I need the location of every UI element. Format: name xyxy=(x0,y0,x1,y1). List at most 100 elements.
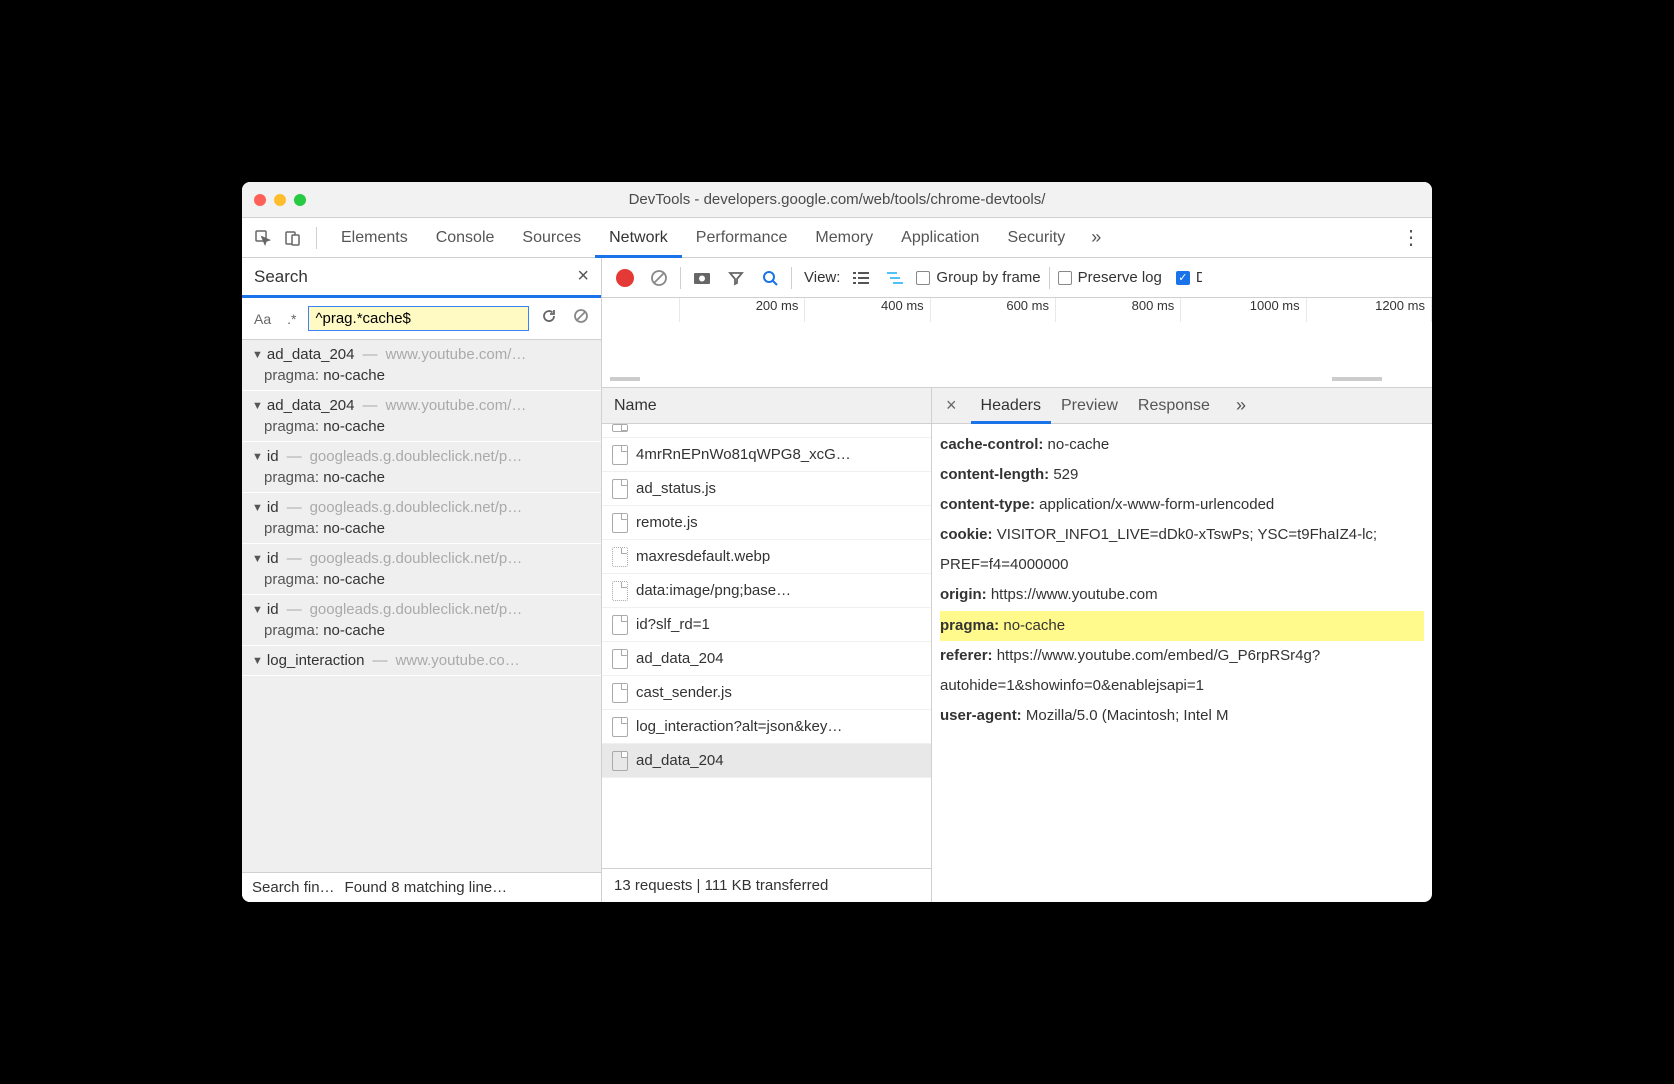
filter-icon[interactable] xyxy=(723,265,749,291)
header-value: application/x-www-form-urlencoded xyxy=(1039,496,1274,513)
timeline-tick: 1200 ms xyxy=(1307,298,1432,322)
request-row[interactable]: id?slf_rd=1 xyxy=(602,608,931,642)
tab-network[interactable]: Network xyxy=(595,218,682,258)
search-status-bar: Search fin… Found 8 matching line… xyxy=(242,872,601,902)
chevron-down-icon: ▼ xyxy=(252,502,263,514)
search-icon[interactable] xyxy=(757,265,783,291)
request-row[interactable]: cast_sender.js xyxy=(602,676,931,710)
regex-toggle[interactable]: .* xyxy=(283,309,300,329)
result-header-key: pragma: xyxy=(264,571,319,588)
timeline-overview[interactable]: 200 ms400 ms600 ms800 ms1000 ms1200 ms xyxy=(602,298,1432,388)
header-line[interactable]: referer: https://www.youtube.com/embed/G… xyxy=(940,641,1424,701)
tab-console[interactable]: Console xyxy=(422,218,509,258)
detail-tab-headers[interactable]: Headers xyxy=(971,388,1051,424)
detail-tab-response[interactable]: Response xyxy=(1128,388,1220,424)
request-row[interactable]: ad_data_204 xyxy=(602,642,931,676)
detail-tabs: × HeadersPreviewResponse » xyxy=(932,388,1432,424)
chevron-down-icon: ▼ xyxy=(252,655,263,667)
header-key: user-agent: xyxy=(940,707,1022,724)
tab-security[interactable]: Security xyxy=(993,218,1079,258)
chevron-down-icon: ▼ xyxy=(252,451,263,463)
close-window-button[interactable] xyxy=(254,194,266,206)
request-row[interactable]: log_interaction?alt=json&key… xyxy=(602,710,931,744)
tab-application[interactable]: Application xyxy=(887,218,993,258)
file-icon xyxy=(612,751,628,771)
header-value: VISITOR_INFO1_LIVE=dDk0-xTswPs; YSC=t9Fh… xyxy=(940,526,1377,573)
timeline-tick: 200 ms xyxy=(680,298,805,322)
disable-cache-checkbox[interactable]: ✓ D xyxy=(1176,269,1202,286)
request-row[interactable]: remote.js xyxy=(602,506,931,540)
window-title: DevTools - developers.google.com/web/too… xyxy=(306,191,1368,208)
chevron-down-icon: ▼ xyxy=(252,349,263,361)
request-row[interactable]: ad_status.js xyxy=(602,472,931,506)
file-icon xyxy=(612,649,628,669)
search-result[interactable]: ▼ id — googleads.g.doubleclick.net/p…pra… xyxy=(242,595,601,646)
clear-button[interactable] xyxy=(646,265,672,291)
maximize-window-button[interactable] xyxy=(294,194,306,206)
header-key: pragma: xyxy=(940,617,999,634)
header-key: content-length: xyxy=(940,466,1049,483)
search-status-left: Search fin… xyxy=(252,879,335,896)
result-url: www.youtube.com/… xyxy=(385,346,526,363)
search-result[interactable]: ▼ log_interaction — www.youtube.co… xyxy=(242,646,601,676)
minimize-window-button[interactable] xyxy=(274,194,286,206)
request-row[interactable] xyxy=(602,424,931,438)
tab-sources[interactable]: Sources xyxy=(508,218,595,258)
request-row[interactable]: ad_data_204 xyxy=(602,744,931,778)
search-header: Search × xyxy=(242,258,601,298)
search-result[interactable]: ▼ id — googleads.g.doubleclick.net/p…pra… xyxy=(242,493,601,544)
more-detail-tabs-button[interactable]: » xyxy=(1228,395,1254,416)
file-icon xyxy=(612,615,628,635)
header-line[interactable]: cookie: VISITOR_INFO1_LIVE=dDk0-xTswPs; … xyxy=(940,520,1424,580)
search-result[interactable]: ▼ id — googleads.g.doubleclick.net/p…pra… xyxy=(242,442,601,493)
header-key: content-type: xyxy=(940,496,1035,513)
header-line[interactable]: pragma: no-cache xyxy=(940,611,1424,641)
file-icon xyxy=(612,445,628,465)
waterfall-view-icon[interactable] xyxy=(882,265,908,291)
record-button[interactable] xyxy=(612,265,638,291)
refresh-icon[interactable] xyxy=(537,308,561,329)
screenshot-icon[interactable] xyxy=(689,265,715,291)
header-line[interactable]: cache-control: no-cache xyxy=(940,430,1424,460)
timeline-activity-bar xyxy=(1332,377,1382,381)
request-row[interactable]: 4mrRnEPnWo81qWPG8_xcG… xyxy=(602,438,931,472)
request-name: data:image/png;base… xyxy=(636,582,791,599)
requests-container: 4mrRnEPnWo81qWPG8_xcG…ad_status.jsremote… xyxy=(602,424,931,868)
request-name: log_interaction?alt=json&key… xyxy=(636,718,842,735)
list-view-icon[interactable] xyxy=(848,265,874,291)
header-line[interactable]: user-agent: Mozilla/5.0 (Macintosh; Inte… xyxy=(940,701,1424,731)
more-tabs-button[interactable]: » xyxy=(1083,227,1109,248)
detail-panel: × HeadersPreviewResponse » cache-control… xyxy=(932,388,1432,902)
settings-menu-button[interactable]: ⋮ xyxy=(1398,225,1424,250)
tab-elements[interactable]: Elements xyxy=(327,218,422,258)
header-line[interactable]: origin: https://www.youtube.com xyxy=(940,580,1424,610)
request-row[interactable]: maxresdefault.webp xyxy=(602,540,931,574)
name-column-header[interactable]: Name xyxy=(602,388,931,424)
search-result[interactable]: ▼ ad_data_204 — www.youtube.com/…pragma:… xyxy=(242,391,601,442)
tab-memory[interactable]: Memory xyxy=(801,218,887,258)
match-case-toggle[interactable]: Aa xyxy=(250,309,275,329)
header-line[interactable]: content-type: application/x-www-form-url… xyxy=(940,490,1424,520)
search-result[interactable]: ▼ id — googleads.g.doubleclick.net/p…pra… xyxy=(242,544,601,595)
inspect-element-icon[interactable] xyxy=(250,225,276,251)
header-line[interactable]: content-length: 529 xyxy=(940,460,1424,490)
result-header-value: no-cache xyxy=(323,418,385,435)
header-value: https://www.youtube.com/embed/G_P6rpRSr4… xyxy=(940,647,1320,694)
network-panel: View: Group by frame Preserve log ✓ xyxy=(602,258,1432,902)
group-by-frame-checkbox[interactable]: Group by frame xyxy=(916,269,1040,286)
result-url: googleads.g.doubleclick.net/p… xyxy=(310,550,523,567)
search-result[interactable]: ▼ ad_data_204 — www.youtube.com/…pragma:… xyxy=(242,340,601,391)
header-value: 529 xyxy=(1053,466,1078,483)
result-url: googleads.g.doubleclick.net/p… xyxy=(310,448,523,465)
preserve-log-checkbox[interactable]: Preserve log xyxy=(1058,269,1162,286)
device-toggle-icon[interactable] xyxy=(280,225,306,251)
close-detail-icon[interactable]: × xyxy=(940,395,963,416)
request-row[interactable]: data:image/png;base… xyxy=(602,574,931,608)
search-input[interactable] xyxy=(308,306,529,331)
clear-icon[interactable] xyxy=(569,308,593,329)
header-value: Mozilla/5.0 (Macintosh; Intel M xyxy=(1026,707,1229,724)
result-header-key: pragma: xyxy=(264,367,319,384)
tab-performance[interactable]: Performance xyxy=(682,218,802,258)
close-icon[interactable]: × xyxy=(577,265,589,288)
detail-tab-preview[interactable]: Preview xyxy=(1051,388,1128,424)
